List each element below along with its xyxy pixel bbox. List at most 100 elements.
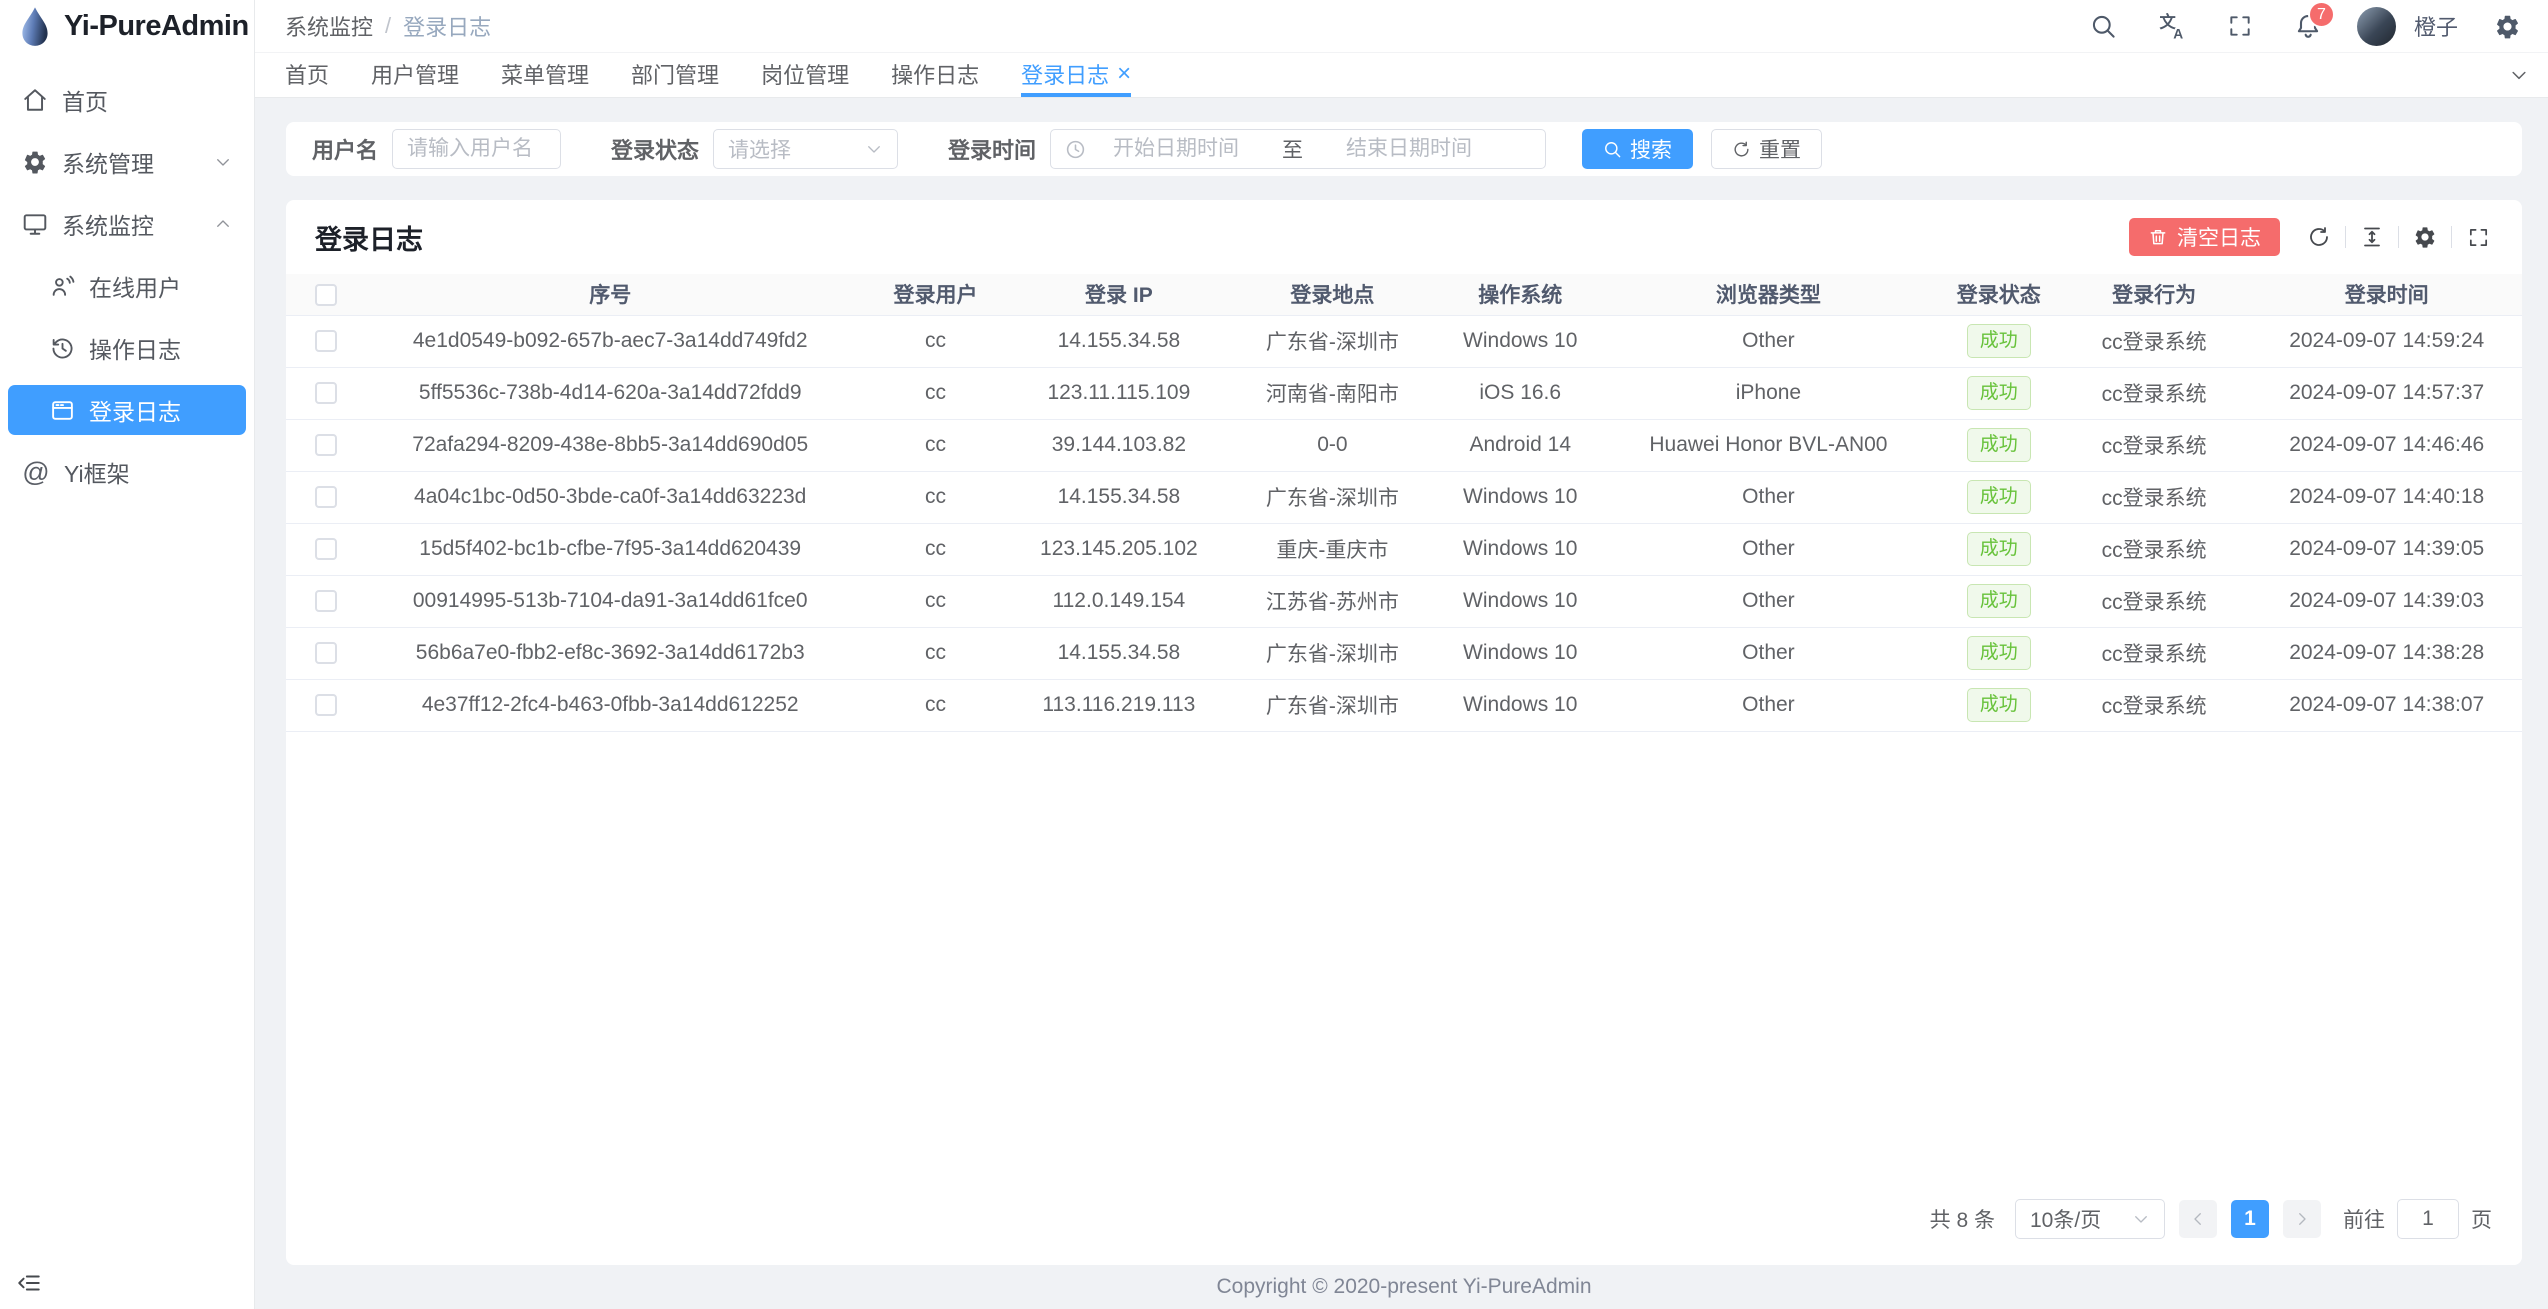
collapse-sidebar-icon[interactable] <box>16 1270 42 1296</box>
top-bar: 系统监控 / 登录日志 文A 7 橙子 <box>255 0 2548 53</box>
table-row[interactable]: 4e37ff12-2fc4-b463-0fbb-3a14dd612252cc11… <box>286 679 2522 731</box>
cell-status: 成功 <box>1941 627 2057 679</box>
prev-page-button[interactable] <box>2179 1200 2217 1238</box>
chevron-down-icon <box>2132 1210 2150 1228</box>
table-row[interactable]: 5ff5536c-738b-4d14-620a-3a14dd72fdd9cc12… <box>286 367 2522 419</box>
search-button[interactable]: 搜索 <box>1582 129 1693 169</box>
tab-close-icon[interactable]: × <box>1117 62 1131 86</box>
history-icon <box>50 336 75 361</box>
cell-id: 5ff5536c-738b-4d14-620a-3a14dd72fdd9 <box>366 367 853 419</box>
tab-item-3[interactable]: 部门管理 <box>631 53 719 97</box>
sidebar-item-yi-framework[interactable]: @ Yi框架 <box>8 447 246 497</box>
sidebar-item-system-monitor[interactable]: 系统监控 <box>8 199 246 249</box>
fullscreen-icon[interactable] <box>2221 7 2259 45</box>
table-row[interactable]: 4a04c1bc-0d50-3bde-ca0f-3a14dd63223dcc14… <box>286 471 2522 523</box>
sidebar-item-login-log[interactable]: 登录日志 <box>8 385 246 435</box>
search-icon <box>1603 140 1622 159</box>
content: 用户名 登录状态 请选择 登录时间 至 <box>255 98 2548 1309</box>
sidebar-item-label: 操作日志 <box>89 331 181 365</box>
username[interactable]: 橙子 <box>2414 10 2458 42</box>
column-settings-gear-icon[interactable] <box>2410 222 2440 252</box>
fullscreen-table-icon[interactable] <box>2463 222 2493 252</box>
status-badge: 成功 <box>1967 376 2031 411</box>
status-badge: 成功 <box>1967 584 2031 619</box>
breadcrumb-item[interactable]: 系统监控 <box>285 10 373 42</box>
tab-overflow-chevron-down-icon[interactable] <box>2490 53 2548 97</box>
logo[interactable]: Yi-PureAdmin <box>0 0 254 53</box>
filter-card: 用户名 登录状态 请选择 登录时间 至 <box>286 122 2522 176</box>
login-log-table: 序号登录用户登录 IP登录地点操作系统浏览器类型登录状态登录行为登录时间 4e1… <box>286 274 2522 732</box>
table-row[interactable]: 72afa294-8209-438e-8bb5-3a14dd690d05cc39… <box>286 419 2522 471</box>
translate-icon[interactable]: 文A <box>2153 7 2191 45</box>
water-drop-logo-icon <box>18 6 52 48</box>
cell-time: 2024-09-07 14:38:07 <box>2251 679 2522 731</box>
tab-item-1[interactable]: 用户管理 <box>371 53 459 97</box>
table-row[interactable]: 00914995-513b-7104-da91-3a14dd61fce0cc11… <box>286 575 2522 627</box>
search-icon[interactable] <box>2085 7 2123 45</box>
tab-item-2[interactable]: 菜单管理 <box>501 53 589 97</box>
status-select[interactable]: 请选择 <box>713 129 898 169</box>
cell-user: cc <box>854 315 1017 367</box>
row-density-icon[interactable] <box>2357 222 2387 252</box>
sidebar-item-system-management[interactable]: 系统管理 <box>8 137 246 187</box>
clear-logs-button[interactable]: 清空日志 <box>2129 218 2280 256</box>
cell-ip: 14.155.34.58 <box>1017 315 1220 367</box>
breadcrumb-separator: / <box>385 13 391 39</box>
tab-item-5[interactable]: 操作日志 <box>891 53 979 97</box>
column-header: 操作系统 <box>1444 274 1596 315</box>
time-end-input[interactable] <box>1329 137 1489 161</box>
tab-item-0[interactable]: 首页 <box>285 53 329 97</box>
login-log-card: 登录日志 清空日志 <box>286 200 2522 1265</box>
row-checkbox[interactable] <box>315 538 337 560</box>
notification-bell-icon[interactable]: 7 <box>2289 7 2327 45</box>
next-page-button[interactable] <box>2283 1200 2321 1238</box>
sidebar-item-online-users[interactable]: 在线用户 <box>8 261 246 311</box>
table-row[interactable]: 15d5f402-bc1b-cfbe-7f95-3a14dd620439cc12… <box>286 523 2522 575</box>
sidebar-item-operation-log[interactable]: 操作日志 <box>8 323 246 373</box>
chevron-right-icon <box>2293 1210 2311 1228</box>
cell-os: Windows 10 <box>1444 523 1596 575</box>
filter-status: 登录状态 请选择 <box>611 129 898 169</box>
column-header: 登录 IP <box>1017 274 1220 315</box>
cell-id: 72afa294-8209-438e-8bb5-3a14dd690d05 <box>366 419 853 471</box>
time-start-input[interactable] <box>1096 137 1256 161</box>
status-badge: 成功 <box>1967 428 2031 463</box>
sidebar-item-home[interactable]: 首页 <box>8 75 246 125</box>
settings-gear-icon[interactable] <box>2488 7 2526 45</box>
username-input[interactable] <box>392 129 561 169</box>
cell-ip: 123.11.115.109 <box>1017 367 1220 419</box>
cell-location: 重庆-重庆市 <box>1221 523 1445 575</box>
reset-button[interactable]: 重置 <box>1711 129 1822 169</box>
row-checkbox[interactable] <box>315 434 337 456</box>
tab-item-6[interactable]: 登录日志× <box>1021 53 1131 97</box>
cell-os: iOS 16.6 <box>1444 367 1596 419</box>
page-number-button[interactable]: 1 <box>2231 1200 2269 1238</box>
cell-time: 2024-09-07 14:39:03 <box>2251 575 2522 627</box>
row-checkbox[interactable] <box>315 590 337 612</box>
row-checkbox[interactable] <box>315 330 337 352</box>
cell-action: cc登录系统 <box>2057 471 2252 523</box>
table-row[interactable]: 4e1d0549-b092-657b-aec7-3a14dd749fd2cc14… <box>286 315 2522 367</box>
avatar[interactable] <box>2357 7 2396 46</box>
row-checkbox[interactable] <box>315 382 337 404</box>
row-checkbox[interactable] <box>315 642 337 664</box>
time-range-picker[interactable]: 至 <box>1050 129 1546 169</box>
goto-page-input[interactable] <box>2397 1199 2459 1239</box>
cell-ip: 123.145.205.102 <box>1017 523 1220 575</box>
pagination-total: 共 8 条 <box>1930 1204 1995 1234</box>
tab-item-4[interactable]: 岗位管理 <box>761 53 849 97</box>
table-row[interactable]: 56b6a7e0-fbb2-ef8c-3692-3a14dd6172b3cc14… <box>286 627 2522 679</box>
toolbar-divider <box>2398 226 2399 248</box>
row-checkbox[interactable] <box>315 486 337 508</box>
cell-location: 广东省-深圳市 <box>1221 627 1445 679</box>
breadcrumb-item-current: 登录日志 <box>403 10 491 42</box>
app-root: Yi-PureAdmin 首页 系统管理 系统监控 在线用户 <box>0 0 2548 1309</box>
at-icon: @ <box>22 459 50 486</box>
page-size-select[interactable]: 10条/页 <box>2015 1199 2165 1239</box>
cell-browser: iPhone <box>1596 367 1940 419</box>
refresh-table-icon[interactable] <box>2304 222 2334 252</box>
select-all-checkbox[interactable] <box>315 284 337 306</box>
sidebar-menu: 首页 系统管理 系统监控 在线用户 操作日志 登录日志 <box>0 53 254 1257</box>
cell-location: 广东省-深圳市 <box>1221 679 1445 731</box>
row-checkbox[interactable] <box>315 694 337 716</box>
